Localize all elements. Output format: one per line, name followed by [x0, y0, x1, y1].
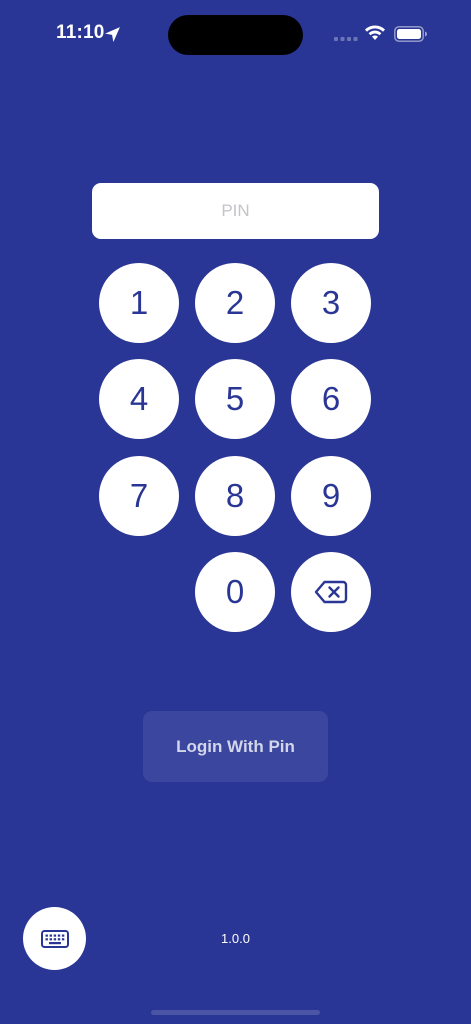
home-indicator[interactable]: [151, 1010, 320, 1015]
keypad-key-8[interactable]: 8: [195, 456, 275, 536]
cellular-signal-icon: [334, 37, 358, 41]
status-time: 11:10: [56, 22, 105, 43]
key-digit: 7: [129, 477, 149, 514]
key-digit: 3: [321, 284, 341, 321]
wifi-icon: [365, 25, 385, 40]
keypad-key-6[interactable]: 6: [291, 359, 371, 439]
status-bar: 11:10: [0, 0, 471, 62]
app-version: 1.0.0: [221, 931, 250, 946]
keypad-key-9[interactable]: 9: [291, 456, 371, 536]
key-digit: 2: [225, 284, 245, 321]
key-digit: 9: [321, 477, 341, 514]
keypad-key-2[interactable]: 2: [195, 263, 275, 343]
battery-icon: [394, 26, 427, 42]
keypad-key-4[interactable]: 4: [99, 359, 179, 439]
key-digit: 1: [129, 284, 149, 321]
keypad-key-1[interactable]: 1: [99, 263, 179, 343]
keypad-key-0[interactable]: 0: [195, 552, 275, 632]
dynamic-island: [168, 15, 303, 55]
backspace-icon: [314, 580, 348, 604]
keypad-key-3[interactable]: 3: [291, 263, 371, 343]
pin-input[interactable]: [92, 183, 379, 239]
keypad-key-5[interactable]: 5: [195, 359, 275, 439]
location-arrow-icon: [105, 27, 120, 42]
login-button-label: Login With Pin: [176, 736, 295, 756]
keypad-key-7[interactable]: 7: [99, 456, 179, 536]
delete-button[interactable]: [291, 552, 371, 632]
key-digit: 4: [129, 380, 149, 417]
key-digit: 5: [225, 380, 245, 417]
key-digit: 8: [225, 477, 245, 514]
key-digit: 6: [321, 380, 341, 417]
key-digit: 0: [225, 573, 245, 610]
login-with-pin-button[interactable]: Login With Pin: [143, 711, 328, 782]
